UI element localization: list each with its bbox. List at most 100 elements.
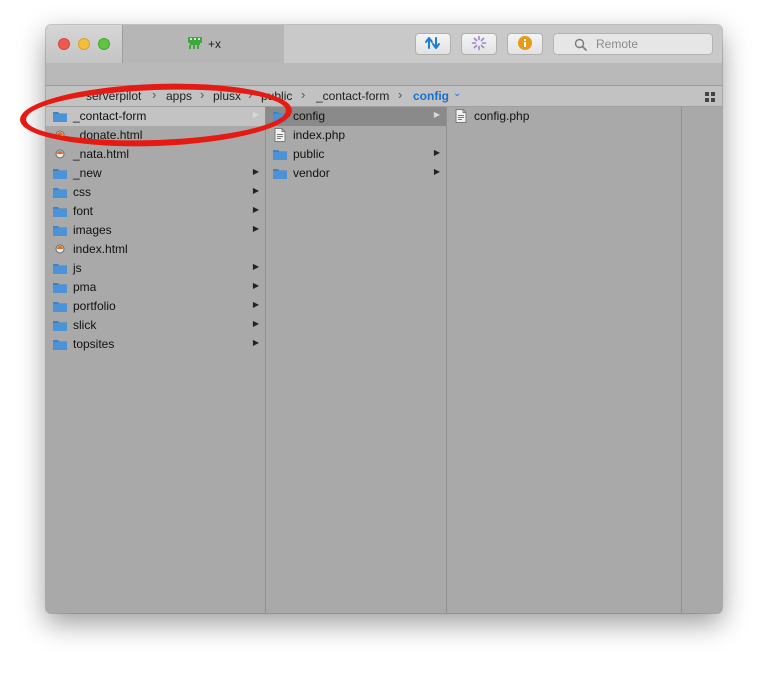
list-item-label: _new [73, 166, 102, 180]
list-item-slick[interactable]: slick ▶ [46, 316, 265, 335]
list-item-config[interactable]: config ▶ [266, 107, 446, 126]
folder-icon [52, 318, 68, 332]
chevron-right-icon: ▶ [252, 281, 259, 290]
folder-icon [272, 166, 288, 180]
list-item-label: font [73, 204, 94, 218]
info-icon [517, 35, 533, 54]
list-item-topsites[interactable]: topsites ▶ [46, 335, 265, 354]
breadcrumb-separator-icon: › [152, 87, 157, 102]
list-item-label: config [293, 109, 326, 123]
secondary-toolbar [46, 63, 722, 86]
breadcrumb: serverpilot › apps › plusx › public › _c… [46, 86, 722, 107]
spinner-icon [471, 35, 487, 54]
chevron-right-icon: ▶ [433, 167, 440, 176]
chevron-right-icon: ▶ [433, 148, 440, 157]
php-file-icon [453, 109, 469, 123]
breadcrumb-item-public[interactable]: public [261, 89, 292, 103]
folder-icon [52, 223, 68, 237]
minimize-window-button[interactable] [78, 38, 90, 50]
list-item-label: index.html [73, 242, 128, 256]
list-item-new[interactable]: _new ▶ [46, 164, 265, 183]
breadcrumb-separator-icon: › [248, 87, 253, 102]
chevron-right-icon: ▶ [252, 300, 259, 309]
list-item-js[interactable]: js ▶ [46, 259, 265, 278]
list-item-images[interactable]: images ▶ [46, 221, 265, 240]
list-item-label: index.php [293, 128, 346, 142]
list-item-donate-html[interactable]: _donate.html [46, 126, 265, 145]
chevron-right-icon: ▶ [252, 205, 259, 214]
list-item-label: _donate.html [73, 128, 143, 142]
folder-icon [52, 185, 68, 199]
view-grid-icon[interactable] [705, 91, 715, 105]
chevron-right-icon: ▶ [252, 110, 259, 119]
chevron-right-icon: ▶ [252, 167, 259, 176]
breadcrumb-item-serverpilot[interactable]: serverpilot [86, 89, 141, 103]
column-contact-form: config ▶ index.php public ▶ vendor ▶ [266, 107, 447, 613]
html-file-icon [52, 128, 68, 142]
html-file-icon [52, 242, 68, 256]
chevron-right-icon: ▶ [252, 186, 259, 195]
search-icon [574, 38, 587, 54]
list-item-label: images [73, 223, 112, 237]
list-item-label: public [293, 147, 325, 161]
file-browser-window: +x Remote serverpilot › apps › plusx › p… [46, 25, 722, 613]
zoom-window-button[interactable] [98, 38, 110, 50]
search-placeholder: Remote [596, 37, 639, 51]
column-browser: _contact-form ▶ _donate.html _nata.html _new… [46, 107, 722, 613]
column-empty [682, 107, 722, 613]
chevron-right-icon: ▶ [252, 262, 259, 271]
folder-icon [52, 166, 68, 180]
search-field[interactable]: Remote [553, 33, 713, 55]
list-item-nata-html[interactable]: _nata.html [46, 145, 265, 164]
list-item-public[interactable]: public ▶ [266, 145, 446, 164]
list-item-label: topsites [73, 337, 115, 351]
chevron-right-icon: ▶ [433, 110, 440, 119]
list-item-label: config.php [474, 109, 530, 123]
breadcrumb-item-config[interactable]: config [413, 89, 449, 103]
list-item-label: slick [73, 318, 97, 332]
list-item-label: pma [73, 280, 97, 294]
list-item-label: css [73, 185, 91, 199]
breadcrumb-item-apps[interactable]: apps [166, 89, 192, 103]
folder-icon [52, 109, 68, 123]
list-item-config-php[interactable]: config.php [447, 107, 681, 126]
folder-icon [52, 204, 68, 218]
server-icon [186, 36, 204, 53]
breadcrumb-separator-icon: › [200, 87, 205, 102]
list-item-contact-form[interactable]: _contact-form ▶ [46, 107, 265, 126]
folder-icon [52, 299, 68, 313]
column-plusx: _contact-form ▶ _donate.html _nata.html _new… [46, 107, 266, 613]
list-item-label: vendor [293, 166, 330, 180]
list-item-label: _contact-form [73, 109, 147, 123]
breadcrumb-separator-icon: › [301, 87, 306, 102]
folder-icon [52, 280, 68, 294]
column-config: config.php [447, 107, 682, 613]
close-window-button[interactable] [58, 38, 70, 50]
activity-button[interactable] [461, 33, 497, 55]
list-item-pma[interactable]: pma ▶ [46, 278, 265, 297]
list-item-index-html[interactable]: index.html [46, 240, 265, 259]
list-item-css[interactable]: css ▶ [46, 183, 265, 202]
folder-icon [52, 337, 68, 351]
list-item-portfolio[interactable]: portfolio ▶ [46, 297, 265, 316]
list-item-label: portfolio [73, 299, 116, 313]
list-item-index-php[interactable]: index.php [266, 126, 446, 145]
chevron-right-icon: ▶ [252, 319, 259, 328]
folder-icon [52, 261, 68, 275]
info-button[interactable] [507, 33, 543, 55]
tab-label: +x [207, 37, 221, 51]
folder-icon [272, 109, 288, 123]
breadcrumb-item-contact-form[interactable]: _contact-form [316, 89, 389, 103]
chevron-down-icon[interactable]: ⌄ [453, 88, 461, 99]
breadcrumb-item-plusx[interactable]: plusx [213, 89, 241, 103]
list-item-label: js [73, 261, 82, 275]
folder-icon [272, 147, 288, 161]
list-item-font[interactable]: font ▶ [46, 202, 265, 221]
html-file-icon [52, 147, 68, 161]
tab-remote[interactable]: +x [122, 25, 285, 63]
title-bar: +x Remote [46, 25, 722, 63]
list-item-label: _nata.html [73, 147, 130, 161]
list-item-vendor[interactable]: vendor ▶ [266, 164, 446, 183]
chevron-right-icon: ▶ [252, 338, 259, 347]
sync-button[interactable] [415, 33, 451, 55]
